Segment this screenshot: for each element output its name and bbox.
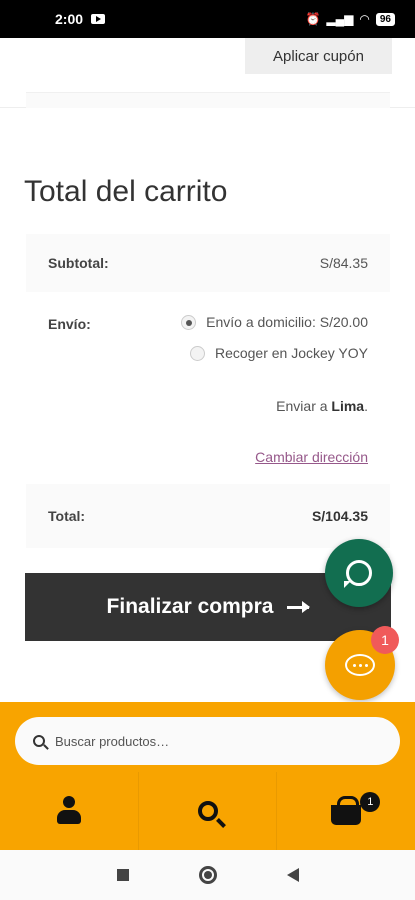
battery-icon: 96 xyxy=(375,12,395,26)
shipping-row: Envío: Envío a domicilio: S/20.00 Recoge… xyxy=(26,292,390,482)
home-icon[interactable] xyxy=(198,866,217,884)
radio-selected-icon[interactable] xyxy=(181,314,197,330)
status-icons: ⏰ ▂▄▆ ◠ 96 xyxy=(305,12,395,26)
total-label: Total: xyxy=(48,508,86,524)
nav-search[interactable] xyxy=(139,772,278,850)
shipping-option-delivery[interactable]: Envío a domicilio: S/20.00 xyxy=(181,314,368,330)
bottom-nav: 1 xyxy=(0,772,415,850)
basket-icon xyxy=(331,796,362,825)
shipping-option-label: Envío a domicilio: S/20.00 xyxy=(206,314,368,330)
apply-coupon-button[interactable]: Aplicar cupón xyxy=(245,38,392,74)
cart-count-badge: 1 xyxy=(360,792,381,812)
search-bar[interactable] xyxy=(15,717,400,765)
wifi-icon: ◠ xyxy=(359,12,370,26)
whatsapp-icon xyxy=(344,560,372,588)
subtotal-row: Subtotal: S/84.35 xyxy=(26,234,390,292)
search-icon xyxy=(197,801,218,821)
shipping-option-pickup[interactable]: Recoger en Jockey YOY xyxy=(189,345,368,361)
nav-account[interactable] xyxy=(0,772,139,850)
radio-unselected-icon[interactable] xyxy=(189,345,205,361)
shipping-label: Envío: xyxy=(48,316,91,332)
nav-cart[interactable]: 1 xyxy=(277,772,415,850)
shipping-option-label: Recoger en Jockey YOY xyxy=(214,345,368,361)
arrow-right-icon xyxy=(287,600,311,613)
alarm-icon: ⏰ xyxy=(305,12,321,26)
page-title: Total del carrito xyxy=(24,175,228,208)
user-icon xyxy=(56,796,82,826)
change-address-link[interactable]: Cambiar dirección xyxy=(255,449,368,465)
subtotal-value: S/84.35 xyxy=(319,255,368,271)
recents-icon[interactable] xyxy=(116,869,129,881)
total-value: S/104.35 xyxy=(311,508,368,524)
signal-icon: ▂▄▆ xyxy=(326,12,354,26)
chat-notification-badge: 1 xyxy=(371,626,399,654)
whatsapp-button[interactable] xyxy=(325,539,393,607)
total-row: Total: S/104.35 xyxy=(26,484,390,548)
search-icon xyxy=(33,735,45,747)
chat-bubble-icon xyxy=(345,654,375,676)
android-nav-bar xyxy=(0,850,415,900)
bottom-bar: 1 xyxy=(0,702,415,850)
ship-to-city: Lima xyxy=(331,398,365,414)
status-bar: 2:00 ⏰ ▂▄▆ ◠ 96 xyxy=(0,0,415,38)
cart-totals-table: Subtotal: S/84.35 Envío: Envío a domicil… xyxy=(26,234,390,548)
divider xyxy=(26,92,390,108)
status-time: 2:00 xyxy=(55,11,84,27)
back-icon[interactable] xyxy=(286,868,299,882)
checkout-label: Finalizar compra xyxy=(106,595,274,618)
ship-to-text: Enviar a Lima. xyxy=(276,398,368,414)
subtotal-label: Subtotal: xyxy=(48,255,109,271)
search-input[interactable] xyxy=(55,733,355,749)
youtube-notification-icon xyxy=(91,14,106,24)
